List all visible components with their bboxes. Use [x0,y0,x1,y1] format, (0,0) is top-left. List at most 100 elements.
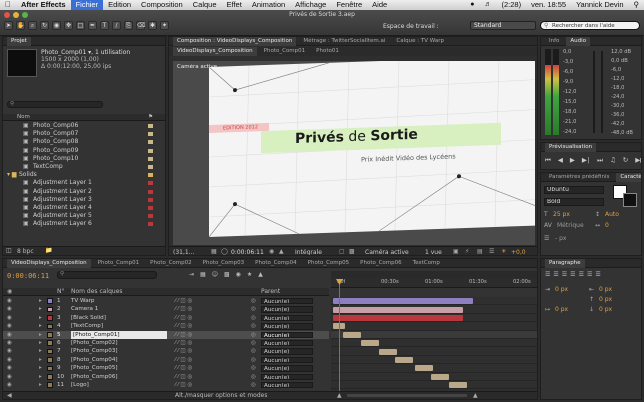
layer-name[interactable]: [Logo] [71,381,167,389]
layer-name[interactable]: [Photo_Comp05] [71,364,167,372]
layer-track[interactable] [331,347,537,356]
label-color-swatch[interactable] [148,181,153,186]
toggle-pixel-icon[interactable]: ▣ [453,248,459,255]
layer-label-color[interactable] [47,382,53,388]
tab-info[interactable]: Info [545,37,563,46]
layer-row[interactable]: ◉ ▸ 6 [Photo_Comp02] ⁄ ⁄ ◫ ◎ ◎ Aucun(e) [3,339,329,347]
label-color-swatch[interactable] [148,140,153,145]
hand-tool-icon[interactable]: ✋ [16,21,25,30]
parent-select[interactable]: Aucun(e) [261,340,313,347]
layer-duration-bar[interactable] [333,315,463,321]
camera-tool-icon[interactable]: ◉ [52,21,61,30]
parent-select[interactable]: Aucun(e) [261,298,313,305]
next-frame-icon[interactable]: ▶∣ [582,156,590,165]
layer-duration-bar[interactable] [379,348,397,355]
fast-preview-icon[interactable]: ⚡ [465,248,469,255]
loop-icon[interactable]: ↻ [623,156,628,165]
menu-animation[interactable]: Animation [247,0,290,10]
zoom-tool-icon[interactable]: ⌕ [28,21,37,30]
layer-name[interactable]: [Photo_Comp06] [71,373,167,381]
layer-name[interactable]: [Photo_Comp02] [71,339,167,347]
justify-left-icon[interactable]: ☰ [570,271,575,278]
layer-switches-icon[interactable]: ⁄ ⁄ ◫ ◎ [175,305,192,313]
visibility-toggle-icon[interactable]: ◉ [7,331,12,339]
help-search-field[interactable]: ⚲ Rechercher dans l'aide [540,21,640,30]
layer-switches-icon[interactable]: ⁄ ⁄ ◫ ◎ [175,339,192,347]
align-right-icon[interactable]: ☰ [562,271,567,278]
kerning-value[interactable]: Métrique [557,222,584,229]
tab-presets[interactable]: Paramètres prédéfinis [545,173,613,182]
tab-project[interactable]: Projet [7,37,31,46]
timeline-tab[interactable]: Photo_Comp06 [356,259,406,268]
justify-all-icon[interactable]: ☰ [595,271,600,278]
layer-label-color[interactable] [47,315,53,321]
rotate-tool-icon[interactable]: ↻ [40,21,49,30]
label-color-swatch[interactable] [148,206,153,210]
layer-label-color[interactable] [47,298,53,304]
composition-viewer[interactable]: EDITION 2012 Privés de Sortie Prix Inédi… [173,61,535,245]
layer-track[interactable] [331,322,537,331]
pick-whip-icon[interactable]: ◎ [251,331,256,339]
exposure-value[interactable]: +0,0 [511,249,526,255]
label-color-swatch[interactable] [148,132,153,137]
expand-layer-icon[interactable]: ▸ [39,331,42,339]
draft-3d-icon[interactable]: ▦ [200,271,206,278]
project-list-item[interactable]: ▣ Adjustment Layer 2 [3,188,165,196]
timeline-tab[interactable]: TextComp [409,259,444,268]
trash-icon[interactable]: ◫ [6,247,12,254]
stroke-color-swatch[interactable] [623,193,637,207]
comp-mini-flowchart-icon[interactable]: ⇥ [189,271,194,278]
layer-duration-bar[interactable] [449,382,467,389]
pick-whip-icon[interactable]: ◎ [251,305,256,313]
pick-whip-icon[interactable]: ◎ [251,322,256,330]
layer-label-color[interactable] [47,373,53,380]
label-color-swatch[interactable] [148,165,153,169]
ram-preview-icon[interactable]: ▶▶ [635,156,641,165]
time-ruler[interactable]: 00f00:30s01:00s01:30s02:00s [331,278,537,288]
project-list-item[interactable]: ▣ Adjustment Layer 5 [3,212,165,220]
parent-select[interactable]: Aucun(e) [261,348,313,355]
label-color-swatch[interactable] [148,214,153,219]
label-color-swatch[interactable] [148,148,153,153]
expand-layer-icon[interactable]: ▸ [39,373,42,381]
layer-duration-bar[interactable] [415,365,433,372]
timeline-tab[interactable]: Photo_Comp01 [94,259,144,268]
expand-layer-icon[interactable]: ▸ [39,381,42,389]
menu-fenetre[interactable]: Fenêtre [331,0,367,10]
magnification-select[interactable]: (31,1... [173,249,194,255]
font-size-value[interactable]: 25 px [553,211,570,218]
expand-layer-icon[interactable]: ▸ [39,322,42,330]
indent-left-value[interactable]: 0 px [555,286,568,293]
layer-duration-bar[interactable] [343,331,361,338]
layer-duration-bar[interactable] [395,357,413,363]
audio-slider-track-left[interactable] [593,51,595,133]
expand-icon[interactable]: ◀ [7,392,12,399]
timeline-zoom-slider[interactable] [347,394,467,397]
layer-duration-bar[interactable] [361,340,379,347]
layer-track[interactable] [331,381,537,390]
pick-whip-icon[interactable]: ◎ [251,364,256,372]
exposure-icon[interactable]: ☀ [501,248,506,255]
previous-frame-icon[interactable]: ◀ [558,156,563,165]
column-name-header[interactable]: Nom [17,114,30,120]
subtab-videodisplays[interactable]: VideoDisplays_Composition [173,47,257,56]
layer-bars-area[interactable] [331,297,537,393]
wifi-icon[interactable]: ● [465,0,479,10]
layer-label-color[interactable] [47,365,53,372]
subtab-photo-comp01[interactable]: Photo_Comp01 [260,47,310,56]
zoom-out-icon[interactable]: ▲ [337,392,342,399]
project-list-item[interactable]: ▣ Photo_Comp10 [3,155,165,163]
justify-center-icon[interactable]: ☰ [579,271,584,278]
app-menu[interactable]: After Effects [16,0,71,10]
layer-name[interactable]: [Photo_Comp01] [71,330,167,339]
layer-switches-icon[interactable]: ⁄ ⁄ ◫ ◎ [175,373,192,381]
label-color-swatch[interactable] [148,124,153,128]
indent-right-value[interactable]: 0 px [599,286,612,293]
project-list-item[interactable]: ▣ TextComp [3,163,165,171]
label-color-swatch[interactable] [148,197,153,202]
menu-aide[interactable]: Aide [367,0,392,10]
battery-status[interactable]: (2:28) [496,0,526,10]
project-list-item[interactable]: ▾ ▆ Solids [3,171,165,179]
workspace-select[interactable]: Standard [470,21,536,30]
menu-effet[interactable]: Effet [222,0,247,10]
